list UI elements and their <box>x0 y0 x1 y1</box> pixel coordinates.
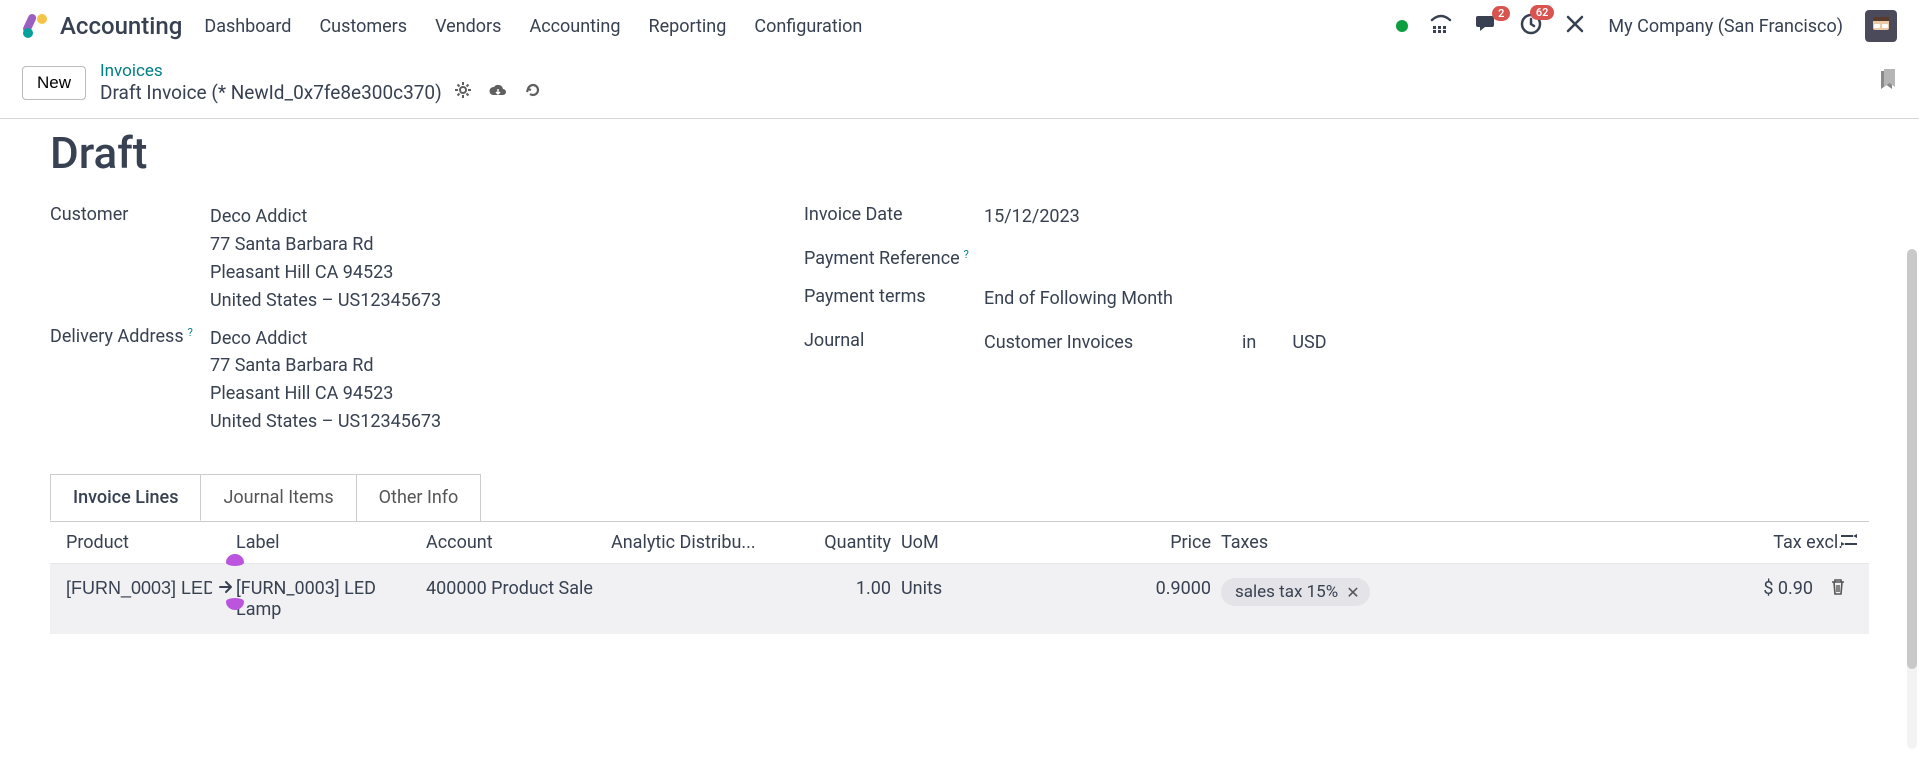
account-cell[interactable]: 400000 Product Sale <box>426 578 611 599</box>
tabs: Invoice Lines Journal Items Other Info <box>50 474 1869 522</box>
avatar[interactable] <box>1865 10 1897 42</box>
delete-line-icon[interactable] <box>1830 580 1846 601</box>
col-uom[interactable]: UoM <box>901 532 1021 553</box>
nav-reporting[interactable]: Reporting <box>648 16 726 37</box>
nav-configuration[interactable]: Configuration <box>754 16 862 37</box>
new-button[interactable]: New <box>22 66 86 100</box>
topbar: Accounting Dashboard Customers Vendors A… <box>0 0 1919 53</box>
customer-label: Customer <box>50 203 210 315</box>
col-account[interactable]: Account <box>426 532 611 553</box>
tax-tag[interactable]: sales tax 15% ✕ <box>1221 578 1370 606</box>
topbar-right: 2 62 My Company (San Francisco) <box>1396 10 1897 42</box>
product-input[interactable] <box>66 578 212 599</box>
customer-line1: 77 Santa Barbara Rd <box>210 231 804 259</box>
delivery-line1: 77 Santa Barbara Rd <box>210 352 804 380</box>
tab-journal-items[interactable]: Journal Items <box>200 474 356 521</box>
nav-customers[interactable]: Customers <box>319 16 407 37</box>
tab-invoice-lines[interactable]: Invoice Lines <box>50 474 201 521</box>
messages-badge: 2 <box>1492 6 1510 21</box>
taxes-cell[interactable]: sales tax 15% ✕ <box>1221 578 1441 606</box>
phone-icon[interactable] <box>1430 14 1452 38</box>
connection-status-icon <box>1396 20 1408 32</box>
discard-icon[interactable] <box>524 81 542 104</box>
activities-badge: 62 <box>1530 5 1555 20</box>
invoice-lines-table: Product Label Account Analytic Distribu.… <box>50 522 1869 634</box>
payref-label: Payment Reference? <box>804 247 984 269</box>
payterms-label: Payment terms <box>804 285 984 313</box>
table-row[interactable]: [FURN_0003] LED Lamp 400000 Product Sale… <box>50 564 1869 634</box>
col-taxes[interactable]: Taxes <box>1221 532 1441 553</box>
breadcrumb-title: Draft Invoice (* NewId_0x7fe8e300c370) <box>100 81 442 104</box>
activities-icon[interactable]: 62 <box>1520 13 1542 39</box>
col-product[interactable]: Product <box>66 532 236 553</box>
col-price[interactable]: Price <box>1021 532 1221 553</box>
nav-vendors[interactable]: Vendors <box>435 16 501 37</box>
tab-other-info[interactable]: Other Info <box>356 474 482 521</box>
customer-line2: Pleasant Hill CA 94523 <box>210 259 804 287</box>
journal-in: in <box>1242 329 1256 357</box>
vertical-scrollbar[interactable] <box>1907 249 1917 749</box>
taxexcl-cell: $ 0.90 <box>1441 578 1823 599</box>
journal-value[interactable]: Customer Invoices <box>984 329 1224 357</box>
cursor-indicator-icon <box>226 554 244 566</box>
payterms-value[interactable]: End of Following Month <box>984 285 1869 313</box>
customer-value[interactable]: Deco Addict 77 Santa Barbara Rd Pleasant… <box>210 203 804 315</box>
delivery-line3: United States – US12345673 <box>210 408 804 436</box>
customer-line3: United States – US12345673 <box>210 287 804 315</box>
tools-icon[interactable] <box>1564 13 1586 39</box>
invoice-date-value[interactable]: 15/12/2023 <box>984 203 1869 231</box>
columns-settings-icon[interactable] <box>1839 532 1859 553</box>
messages-icon[interactable]: 2 <box>1474 14 1498 38</box>
cloud-save-icon[interactable] <box>488 81 508 104</box>
qty-cell[interactable]: 1.00 <box>811 578 901 599</box>
col-label[interactable]: Label <box>236 532 426 553</box>
main-nav: Dashboard Customers Vendors Accounting R… <box>204 16 862 37</box>
gear-icon[interactable] <box>454 81 472 104</box>
breadcrumb-link-invoices[interactable]: Invoices <box>100 61 542 81</box>
breadcrumb-bar: New Invoices Draft Invoice (* NewId_0x7f… <box>0 53 1919 119</box>
open-record-icon[interactable] <box>218 578 234 599</box>
scrollbar-thumb[interactable] <box>1907 249 1917 669</box>
delivery-line2: Pleasant Hill CA 94523 <box>210 380 804 408</box>
help-icon[interactable]: ? <box>188 326 193 339</box>
journal-currency[interactable]: USD <box>1292 329 1326 357</box>
col-analytic[interactable]: Analytic Distribu... <box>611 532 811 553</box>
delivery-value[interactable]: Deco Addict 77 Santa Barbara Rd Pleasant… <box>210 325 804 437</box>
help-icon[interactable]: ? <box>964 248 969 261</box>
table-header: Product Label Account Analytic Distribu.… <box>50 522 1869 564</box>
bookmark-icon[interactable] <box>1879 69 1897 97</box>
col-quantity[interactable]: Quantity <box>811 532 901 553</box>
nav-accounting[interactable]: Accounting <box>529 16 620 37</box>
delivery-label: Delivery Address? <box>50 325 210 437</box>
breadcrumb-current: Draft Invoice (* NewId_0x7fe8e300c370) <box>100 81 542 104</box>
uom-cell[interactable]: Units <box>901 578 1021 599</box>
col-taxexcl[interactable]: Tax excl. <box>1441 532 1853 553</box>
content: Draft Customer Deco Addict 77 Santa Barb… <box>0 119 1919 642</box>
app-name[interactable]: Accounting <box>60 12 182 40</box>
label-cell[interactable]: [FURN_0003] LED Lamp <box>236 578 426 620</box>
remove-tag-icon[interactable]: ✕ <box>1346 583 1359 602</box>
page-title: Draft <box>50 127 1869 179</box>
price-cell[interactable]: 0.9000 <box>1021 578 1221 599</box>
journal-label: Journal <box>804 329 984 357</box>
company-switcher[interactable]: My Company (San Francisco) <box>1608 16 1843 37</box>
nav-dashboard[interactable]: Dashboard <box>204 16 291 37</box>
invoice-date-label: Invoice Date <box>804 203 984 231</box>
customer-name: Deco Addict <box>210 203 804 231</box>
app-logo[interactable] <box>22 13 48 39</box>
payref-value[interactable] <box>984 247 1869 269</box>
delivery-name: Deco Addict <box>210 325 804 353</box>
